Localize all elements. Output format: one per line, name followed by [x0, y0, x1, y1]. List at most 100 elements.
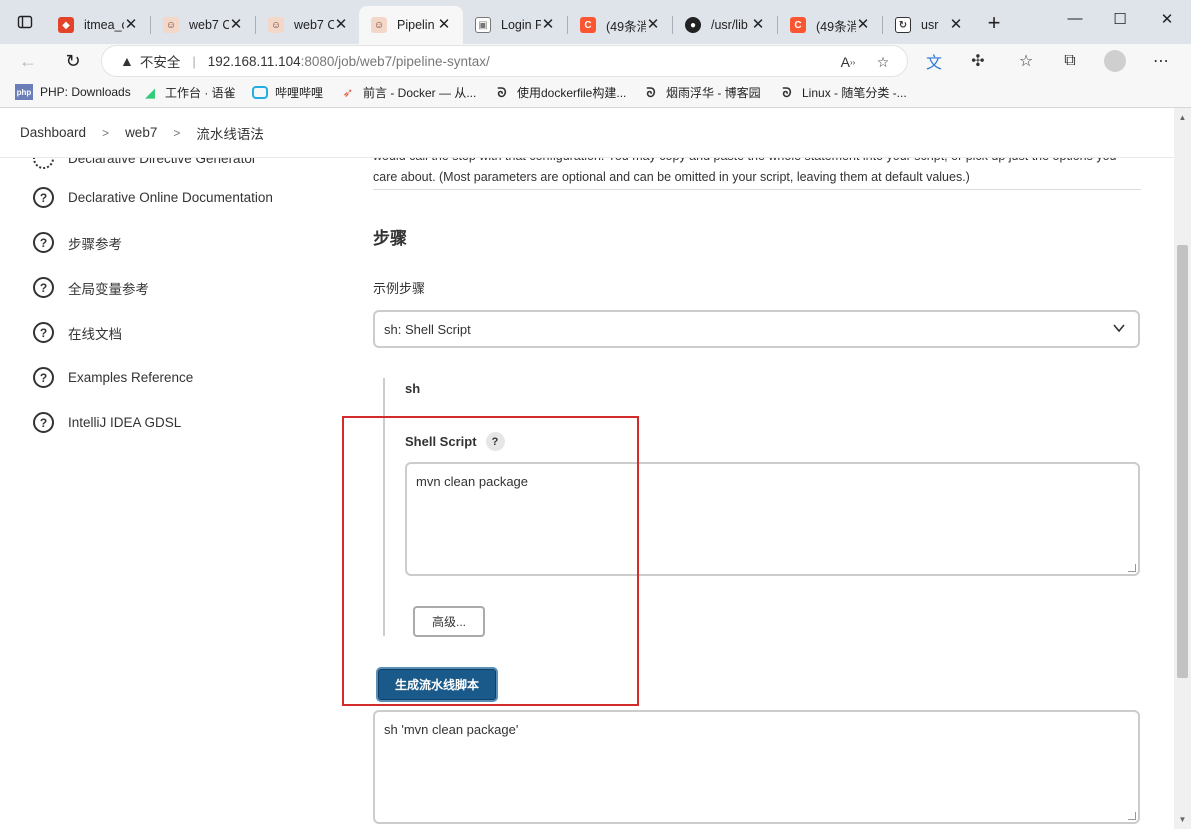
help-icon: ? — [33, 322, 54, 343]
tab-actions-button[interactable] — [11, 8, 39, 36]
page-scrollbar[interactable]: ▲ ▼ — [1174, 108, 1191, 829]
close-icon[interactable]: ✕ — [122, 16, 140, 34]
php-icon: php — [15, 84, 33, 100]
bookmarks-bar: php PHP: Downloads ◢ 工作台 · 语雀 哔哩哔哩 ➶ 前言 … — [0, 78, 1191, 108]
bookmark-cnblogs[interactable]: ᘐ 烟雨浮华 - 博客园 — [643, 84, 760, 101]
favorites-icon[interactable]: ☆ — [1014, 49, 1038, 73]
bookmark-bilibili[interactable]: 哔哩哔哩 — [252, 84, 323, 101]
image-icon: ▣ — [475, 17, 491, 33]
tab-csdn-1[interactable]: C (49条消 ✕ — [568, 6, 672, 44]
close-icon[interactable]: ✕ — [332, 16, 350, 34]
tab-pipeline[interactable]: ☺ Pipelin ✕ — [359, 6, 463, 44]
tab-login[interactable]: ▣ Login P ✕ — [463, 6, 567, 44]
bookmark-linux[interactable]: ᘐ Linux - 随笔分类 -... — [779, 84, 906, 101]
extensions-icon[interactable]: ✣ — [966, 49, 990, 73]
generated-script-textarea[interactable]: sh 'mvn clean package' — [373, 710, 1140, 824]
sidebar-item-online-documentation[interactable]: ? 在线文档 — [33, 322, 122, 343]
page-content: Dashboard > web7 > 流水线语法 Declarative Dir… — [0, 108, 1191, 829]
csdn-icon: C — [580, 17, 596, 33]
plus-icon: + — [987, 10, 1001, 35]
collections-icon[interactable]: ⧉ — [1058, 49, 1082, 73]
close-icon[interactable]: ✕ — [854, 16, 872, 34]
breadcrumb-dashboard[interactable]: Dashboard — [20, 125, 86, 140]
help-icon: ? — [33, 277, 54, 298]
tab-web7-2[interactable]: ☺ web7 C ✕ — [256, 6, 360, 44]
bookmark-dockerfile[interactable]: ᘐ 使用dockerfile构建... — [494, 84, 626, 101]
read-aloud-icon[interactable]: A ›› — [838, 52, 858, 72]
chevron-down-icon — [1112, 321, 1126, 338]
highlight-annotation-box — [342, 416, 639, 706]
close-icon[interactable]: ✕ — [947, 16, 965, 34]
scroll-down-icon[interactable]: ▼ — [1177, 814, 1188, 825]
csdn-icon: C — [790, 17, 806, 33]
tab-strip: ◆ itmea_c ✕ ☺ web7 C ✕ ☺ web7 C ✕ ☺ Pipe… — [0, 0, 1191, 44]
warning-icon: ▲ — [120, 53, 134, 69]
tab-label: web7 C — [189, 18, 229, 32]
resize-handle[interactable] — [1128, 564, 1136, 572]
page-icon: ↻ — [895, 17, 911, 33]
minimize-icon: — — [1067, 10, 1083, 27]
jenkins-icon: ☺ — [371, 17, 387, 33]
scroll-up-icon[interactable]: ▲ — [1177, 112, 1188, 123]
tab-label: Pipelin — [397, 18, 435, 32]
bookmark-docker[interactable]: ➶ 前言 - Docker — 从... — [340, 84, 477, 101]
tab-github[interactable]: ● /usr/lib ✕ — [673, 6, 777, 44]
sidebar-item-steps-reference[interactable]: ? 步骤参考 — [33, 232, 122, 253]
maximize-button[interactable]: ☐ — [1108, 10, 1132, 34]
bookmark-yuque[interactable]: ◢ 工作台 · 语雀 — [142, 84, 236, 101]
close-icon[interactable]: ✕ — [227, 16, 245, 34]
minimize-button[interactable]: — — [1063, 10, 1087, 34]
tab-web7-1[interactable]: ☺ web7 C ✕ — [151, 6, 255, 44]
chevron-right-icon: > — [173, 125, 181, 140]
address-bar[interactable]: ▲ 不安全 | 192.168.11.104:8080/job/web7/pip… — [101, 45, 908, 77]
cnblogs-icon: ᘐ — [646, 84, 656, 100]
tab-label: itmea_c — [84, 18, 124, 32]
bookmark-php[interactable]: php PHP: Downloads — [15, 84, 131, 100]
back-button[interactable]: ← — [15, 48, 41, 74]
close-window-button[interactable]: ✕ — [1155, 10, 1179, 34]
more-menu-icon[interactable]: ⋯ — [1149, 49, 1173, 73]
breadcrumb-pipeline-syntax[interactable]: 流水线语法 — [196, 123, 264, 143]
scroll-thumb[interactable] — [1177, 245, 1188, 678]
bilibili-icon — [252, 86, 268, 99]
jenkins-icon: ☺ — [163, 17, 179, 33]
yuque-icon: ◢ — [145, 84, 155, 100]
sidebar-item-global-vars[interactable]: ? 全局变量参考 — [33, 277, 149, 298]
tab-label: Login P — [501, 18, 541, 32]
close-icon[interactable]: ✕ — [435, 16, 453, 34]
sample-step-select[interactable]: sh: Shell Script — [373, 310, 1140, 348]
tab-label: web7 C — [294, 18, 334, 32]
sidebar-item-online-docs[interactable]: ? Declarative Online Documentation — [33, 187, 273, 208]
resize-handle[interactable] — [1128, 812, 1136, 820]
browser-toolbar: ← ↻ ▲ 不安全 | 192.168.11.104:8080/job/web7… — [0, 44, 1191, 78]
close-icon: ✕ — [1160, 11, 1174, 28]
sidebar-item-examples[interactable]: ? Examples Reference — [33, 367, 193, 388]
tab-csdn-2[interactable]: C (49条消 ✕ — [778, 6, 882, 44]
help-icon: ? — [33, 367, 54, 388]
new-tab-button[interactable]: + — [982, 12, 1006, 36]
reload-icon: ↻ — [65, 50, 81, 71]
gitlab-icon: ◆ — [58, 17, 74, 33]
maximize-icon: ☐ — [1113, 11, 1127, 28]
tab-label: /usr/lib — [711, 18, 748, 32]
divider — [373, 189, 1141, 190]
tab-usr[interactable]: ↻ usr ✕ — [883, 6, 975, 44]
cnblogs-icon: ᘐ — [497, 84, 507, 100]
breadcrumb-web7[interactable]: web7 — [125, 125, 157, 140]
close-icon[interactable]: ✕ — [749, 16, 767, 34]
close-icon[interactable]: ✕ — [644, 16, 662, 34]
github-icon: ● — [685, 17, 701, 33]
tab-itmea[interactable]: ◆ itmea_c ✕ — [46, 6, 150, 44]
sidebar-item-intellij-gdsl[interactable]: ? IntelliJ IDEA GDSL — [33, 412, 181, 433]
tab-actions-icon — [17, 15, 33, 29]
insecure-label: 不安全 — [139, 55, 181, 70]
reload-button[interactable]: ↻ — [60, 48, 86, 74]
step-name: sh — [405, 381, 421, 396]
chevron-right-icon: > — [102, 125, 110, 140]
rocket-icon: ➶ — [342, 84, 354, 100]
close-icon[interactable]: ✕ — [539, 16, 557, 34]
profile-avatar[interactable] — [1103, 49, 1127, 73]
translate-icon[interactable]: 文 — [922, 49, 946, 73]
favorite-add-icon[interactable]: ☆ — [873, 52, 893, 72]
tab-label: (49条消 — [816, 19, 856, 34]
